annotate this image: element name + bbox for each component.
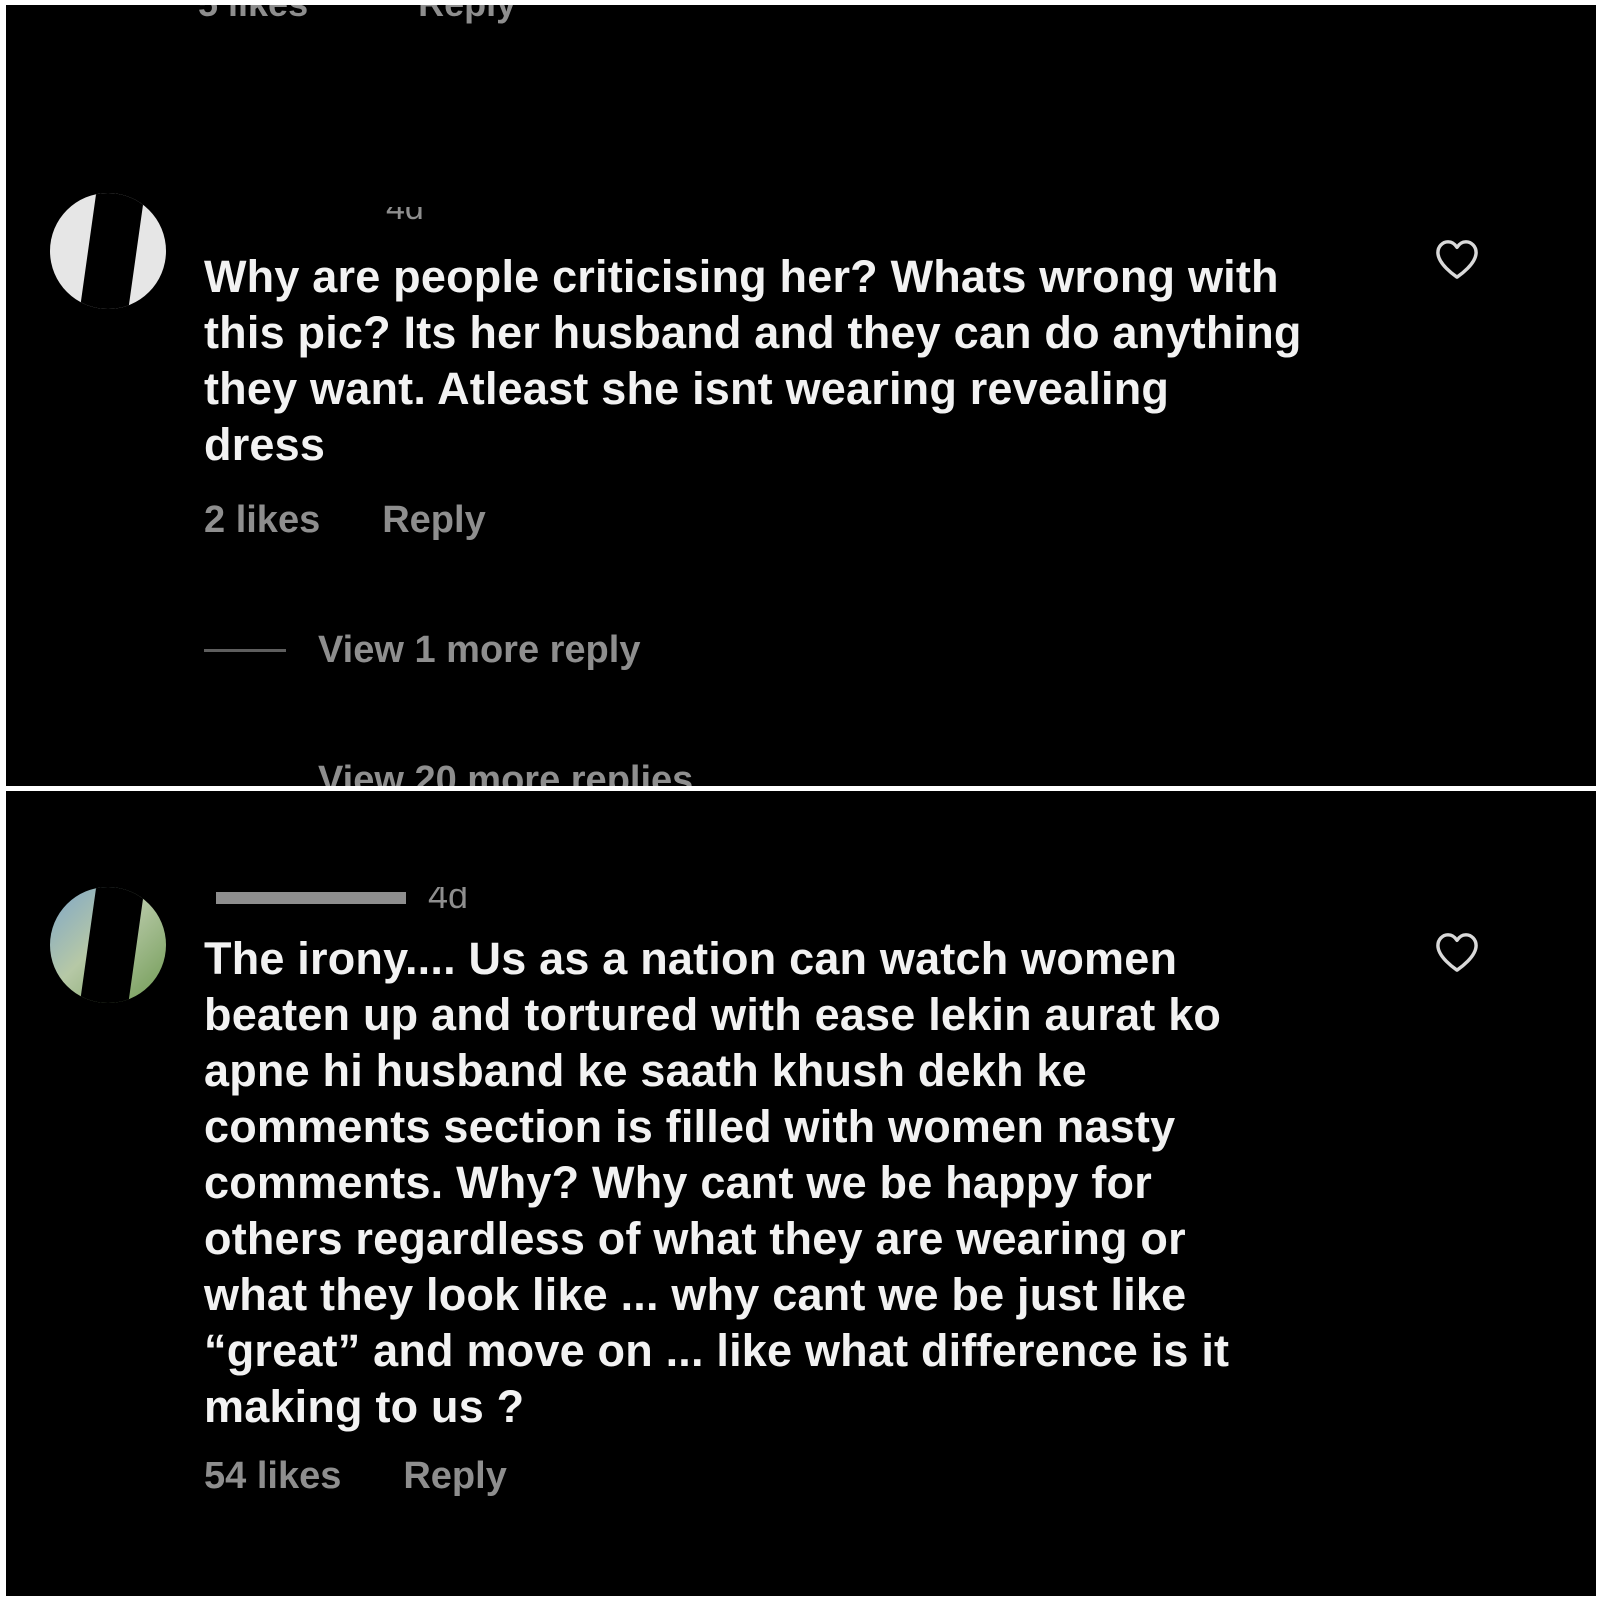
view-more-replies-label[interactable]: View 1 more reply bbox=[318, 629, 640, 672]
view-more-replies[interactable]: View 1 more reply bbox=[204, 629, 640, 672]
partial-view-replies[interactable]: View 20 more replies bbox=[318, 763, 778, 786]
partial-likes-count[interactable]: 5 likes bbox=[198, 5, 308, 25]
comment-timestamp: 4d bbox=[386, 207, 424, 227]
screenshot-panel-bottom: 4d The irony.... Us as a nation can watc… bbox=[6, 791, 1596, 1596]
comment-text: The irony.... Us as a nation can watch w… bbox=[204, 933, 1230, 1432]
screenshot-panel-top: 5 likes Reply 4d Why are people criticis… bbox=[6, 5, 1596, 786]
username-row: 4d bbox=[216, 887, 516, 917]
comment-timestamp: 4d bbox=[428, 887, 469, 916]
avatar[interactable] bbox=[50, 887, 166, 1003]
partial-meta-row: 5 likes Reply bbox=[198, 5, 538, 31]
comment-text: Why are people criticising her? Whats wr… bbox=[204, 251, 1302, 470]
avatar[interactable] bbox=[50, 193, 166, 309]
thread-divider bbox=[204, 649, 286, 652]
comment-meta-row: 54 likes Reply bbox=[204, 1455, 507, 1498]
partial-reply-button[interactable]: Reply bbox=[418, 5, 516, 25]
comment-meta-row: 2 likes Reply bbox=[204, 499, 486, 542]
reply-button[interactable]: Reply bbox=[382, 499, 485, 542]
likes-count[interactable]: 2 likes bbox=[204, 499, 320, 542]
heart-icon[interactable] bbox=[1434, 931, 1480, 973]
username-row: 4d bbox=[386, 207, 506, 227]
comment-username[interactable] bbox=[216, 892, 406, 905]
heart-icon[interactable] bbox=[1434, 238, 1480, 280]
likes-count[interactable]: 54 likes bbox=[204, 1455, 341, 1498]
reply-button[interactable]: Reply bbox=[403, 1455, 506, 1498]
partial-view-replies-label[interactable]: View 20 more replies bbox=[318, 763, 693, 786]
